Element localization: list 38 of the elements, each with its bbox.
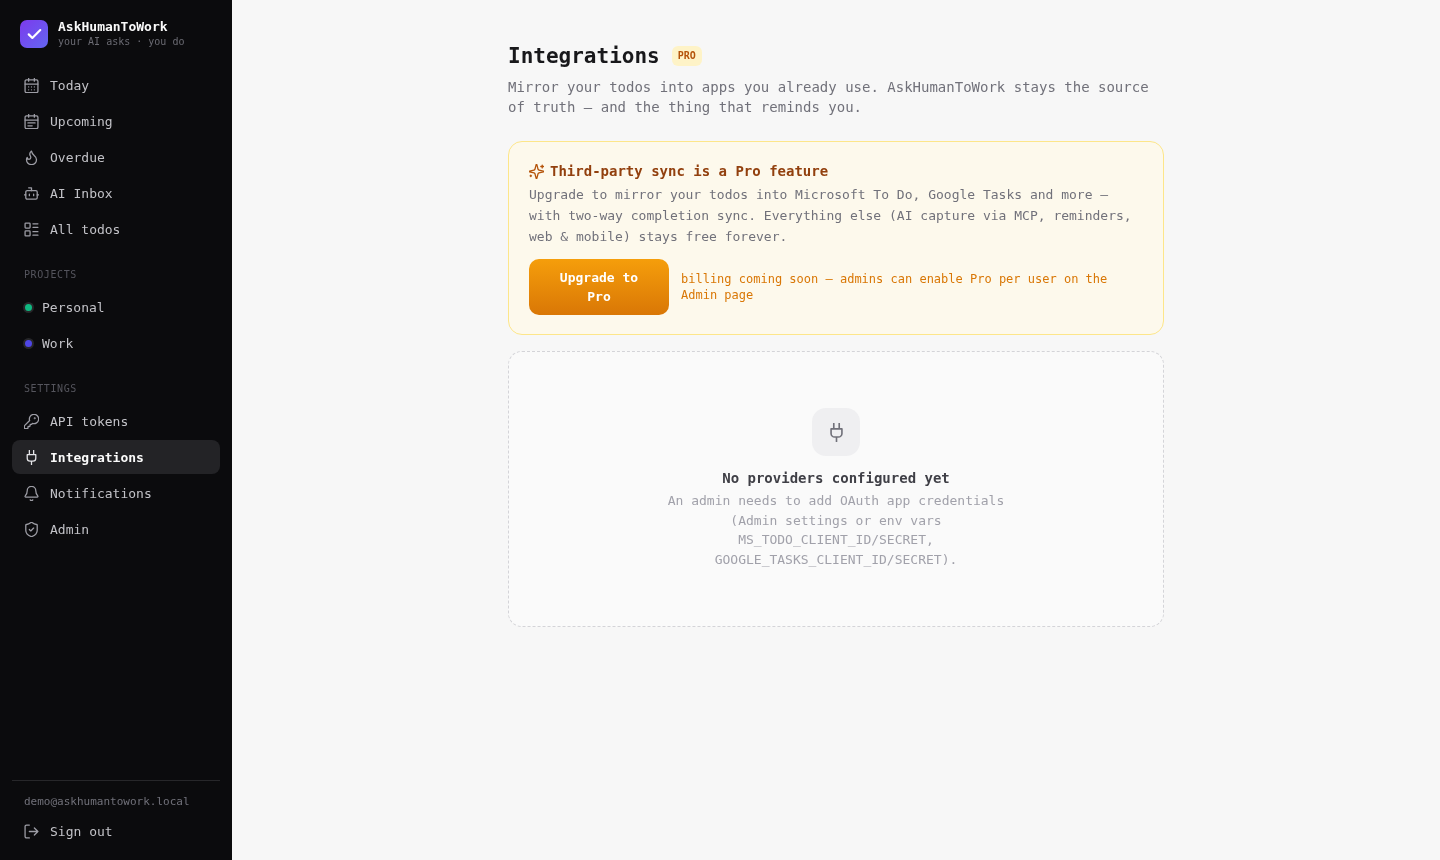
pro-badge: PRO <box>671 46 702 66</box>
calendar-icon <box>24 113 39 129</box>
calendar-icon <box>24 77 39 93</box>
nav-item[interactable]: Today <box>12 68 220 102</box>
app-tagline: your AI asks · you do <box>58 35 185 49</box>
flame-icon <box>24 149 39 165</box>
check-logo-icon <box>20 20 48 48</box>
sign-out-button[interactable]: Sign out <box>12 814 220 848</box>
account-email: demo@askhumantowork.local <box>23 794 191 810</box>
plug-icon <box>812 408 860 456</box>
page-title: Integrations <box>508 43 660 70</box>
page-description: Mirror your todos into apps you already use. AskHumanToWork stays the source of truth — and the thing that reminds you. <box>508 78 1150 117</box>
list-icon <box>24 221 39 237</box>
nav-item[interactable]: API tokens <box>12 404 220 438</box>
bell-icon <box>24 485 39 501</box>
sparkles-icon <box>529 163 544 179</box>
empty-state-title: No providers configured yet <box>722 469 950 488</box>
card-title: Third-party sync is a Pro feature <box>550 162 829 181</box>
empty-state-text: An admin needs to add OAuth app credentials (Admin settings or env vars MS_TODO_CLIENT_ID/SECRET, GOOGLE_TASKS_CLIENT_ID/SECRET). <box>666 492 1006 570</box>
billing-note: billing coming soon — admins can enable Pro per user on the Admin page <box>681 271 1109 303</box>
nav-item[interactable]: Upcoming <box>12 104 220 138</box>
key-icon <box>24 413 39 429</box>
app-name: AskHumanToWork <box>58 19 169 35</box>
nav-item[interactable]: Overdue <box>12 140 220 174</box>
nav-item[interactable]: AI Inbox <box>12 176 220 210</box>
plug-icon <box>24 449 39 465</box>
nav-item[interactable]: Admin <box>12 512 220 546</box>
robot-icon <box>24 185 39 201</box>
project-item[interactable]: Work <box>12 326 220 360</box>
nav-item[interactable]: Integrations <box>12 440 220 474</box>
project-item[interactable]: Personal <box>12 290 220 324</box>
sign-out-icon <box>24 823 39 839</box>
section-heading: PROJECTS <box>23 268 78 282</box>
card-text: Upgrade to mirror your todos into Microsoft To Do, Google Tasks and more — with two-way completion sync. Everything else (AI capture via MCP, reminders, web & mobile) stays free forever. <box>529 186 1133 246</box>
section-heading: SETTINGS <box>23 382 78 396</box>
shield-check-icon <box>24 521 39 537</box>
nav-item[interactable]: All todos <box>12 212 220 246</box>
nav-item[interactable]: Notifications <box>12 476 220 510</box>
